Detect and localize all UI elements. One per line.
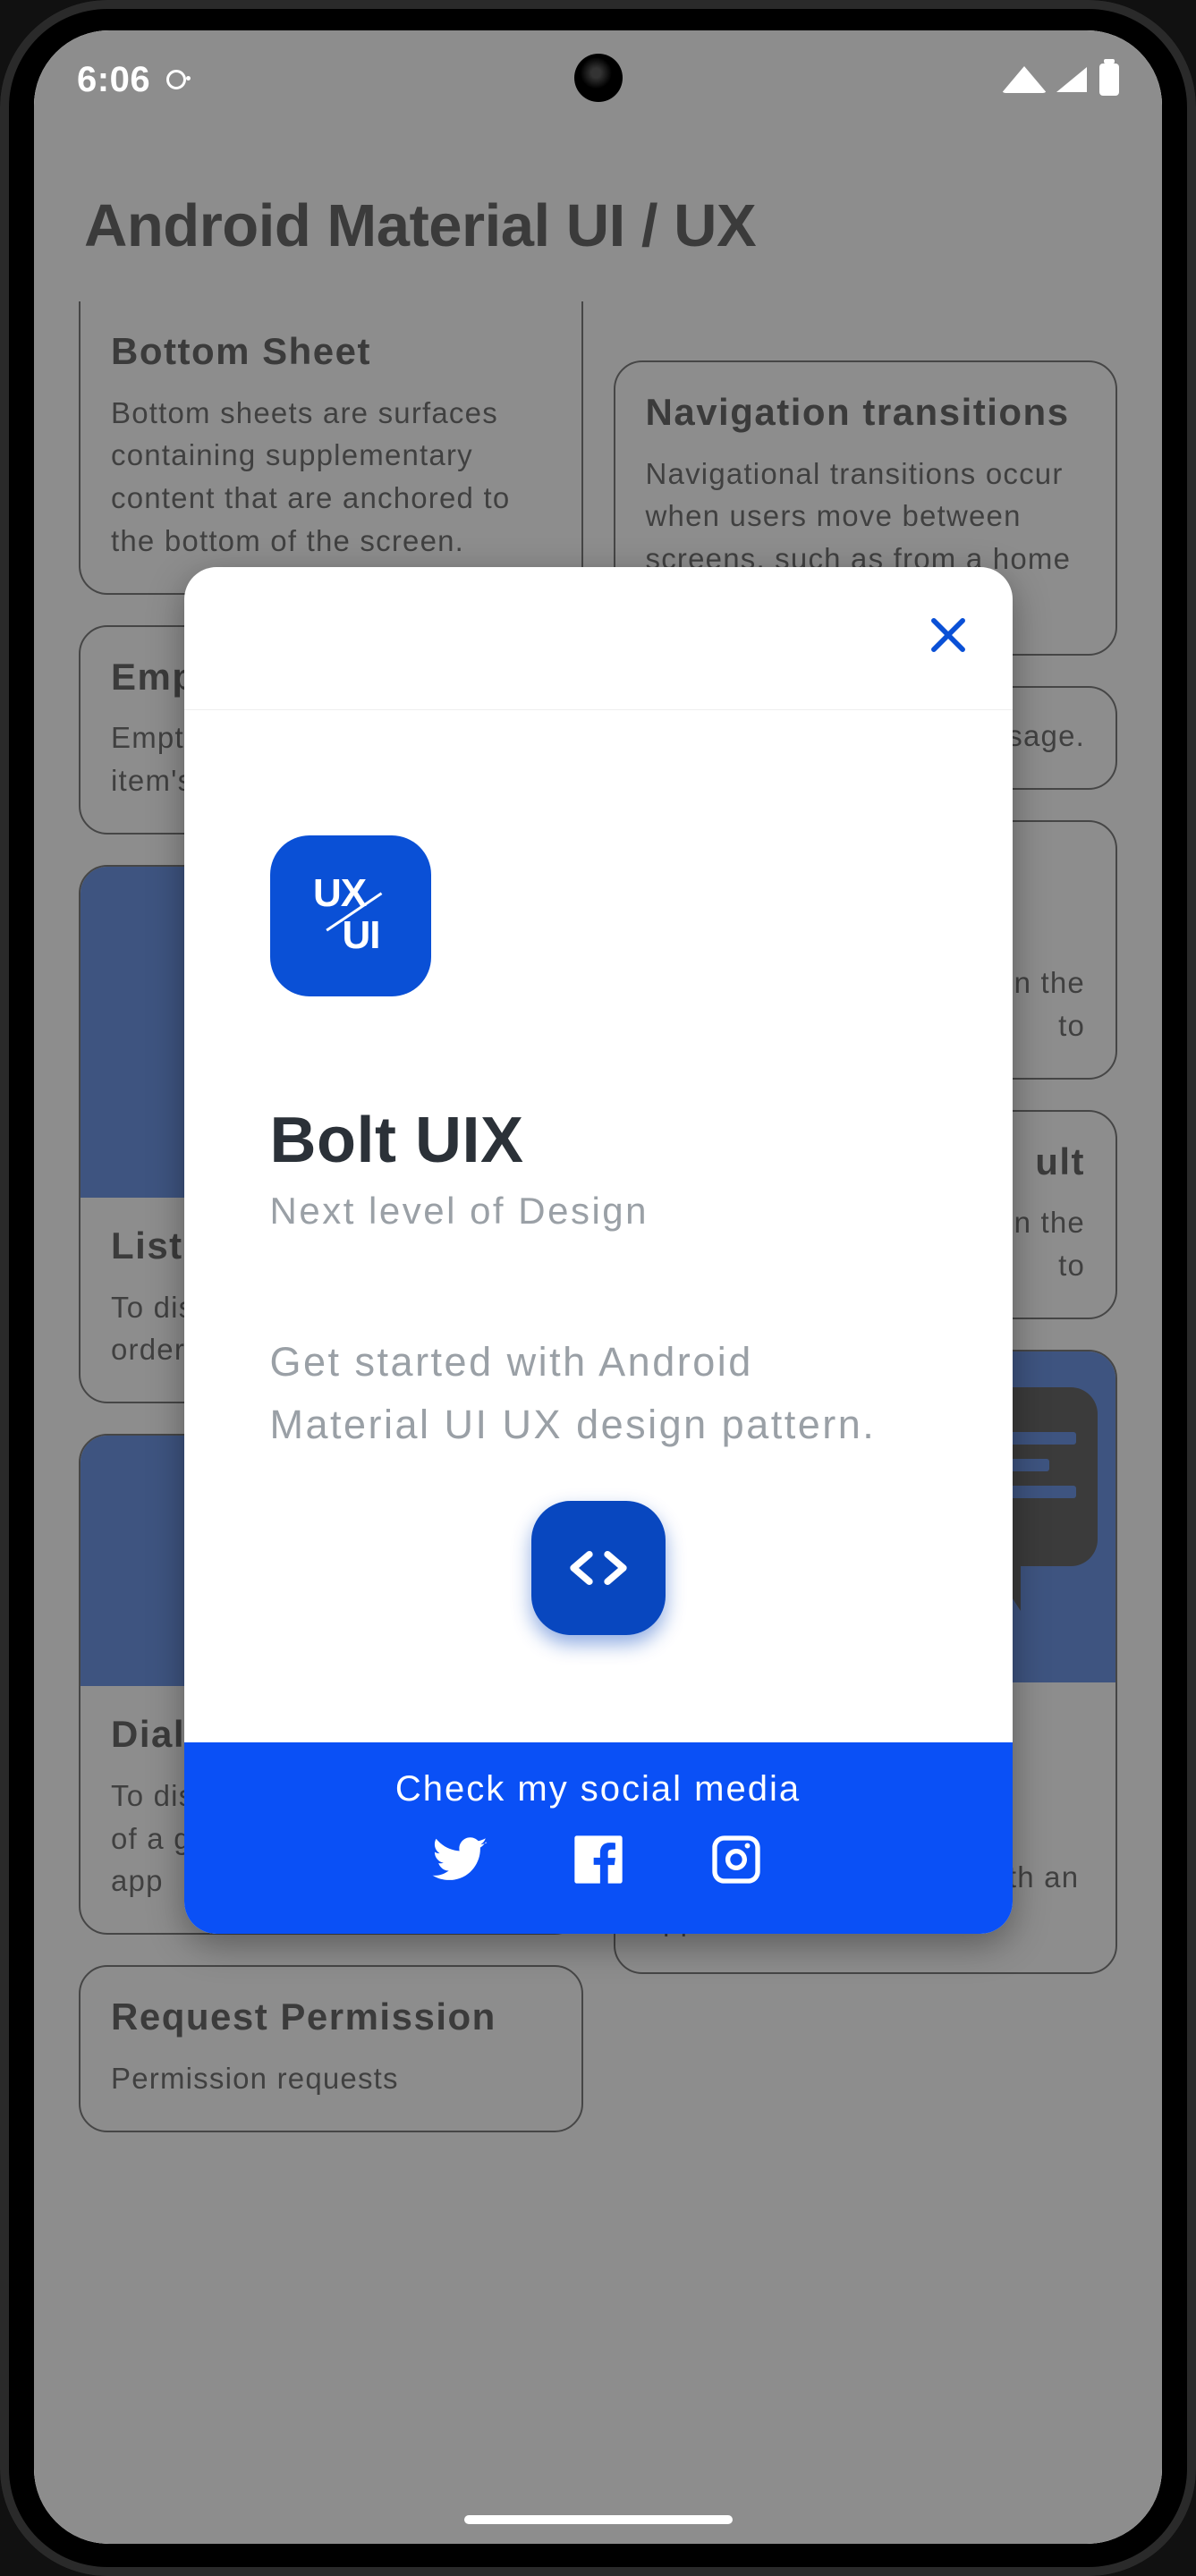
close-button[interactable] (920, 606, 977, 664)
signal-icon (1056, 67, 1087, 92)
dialog-custom: UXUI Bolt UIX Next level of Design Get s… (184, 567, 1013, 1934)
home-indicator[interactable] (464, 2515, 733, 2524)
status-icons (1005, 64, 1119, 96)
dialog-description: Get started with Android Material UI UX … (270, 1331, 927, 1456)
facebook-icon (570, 1831, 627, 1888)
app-logo: UXUI (270, 835, 431, 996)
instagram-button[interactable] (708, 1831, 765, 1893)
status-notification-icon (166, 70, 186, 89)
code-button[interactable] (531, 1501, 666, 1635)
close-icon (928, 614, 969, 656)
dialog-header (184, 567, 1013, 710)
screen: Android Material UI / UX Bottom Sheet Bo… (34, 30, 1162, 2544)
facebook-button[interactable] (570, 1831, 627, 1893)
social-row (202, 1831, 995, 1893)
dialog-title: Bolt UIX (270, 1104, 927, 1177)
twitter-button[interactable] (432, 1831, 489, 1893)
camera-hole (574, 54, 623, 102)
status-time: 6:06 (77, 60, 150, 100)
phone-frame: Android Material UI / UX Bottom Sheet Bo… (0, 0, 1196, 2576)
dialog-footer: Check my social media (184, 1742, 1013, 1934)
dialog-subtitle: Next level of Design (270, 1190, 927, 1233)
dialog-body: UXUI Bolt UIX Next level of Design Get s… (184, 710, 1013, 1742)
twitter-icon (432, 1831, 489, 1888)
code-icon (564, 1534, 632, 1602)
logo-text: UXUI (318, 874, 384, 959)
instagram-icon (708, 1831, 765, 1888)
wifi-icon (1002, 66, 1048, 93)
battery-icon (1099, 64, 1119, 96)
footer-text: Check my social media (202, 1769, 995, 1809)
